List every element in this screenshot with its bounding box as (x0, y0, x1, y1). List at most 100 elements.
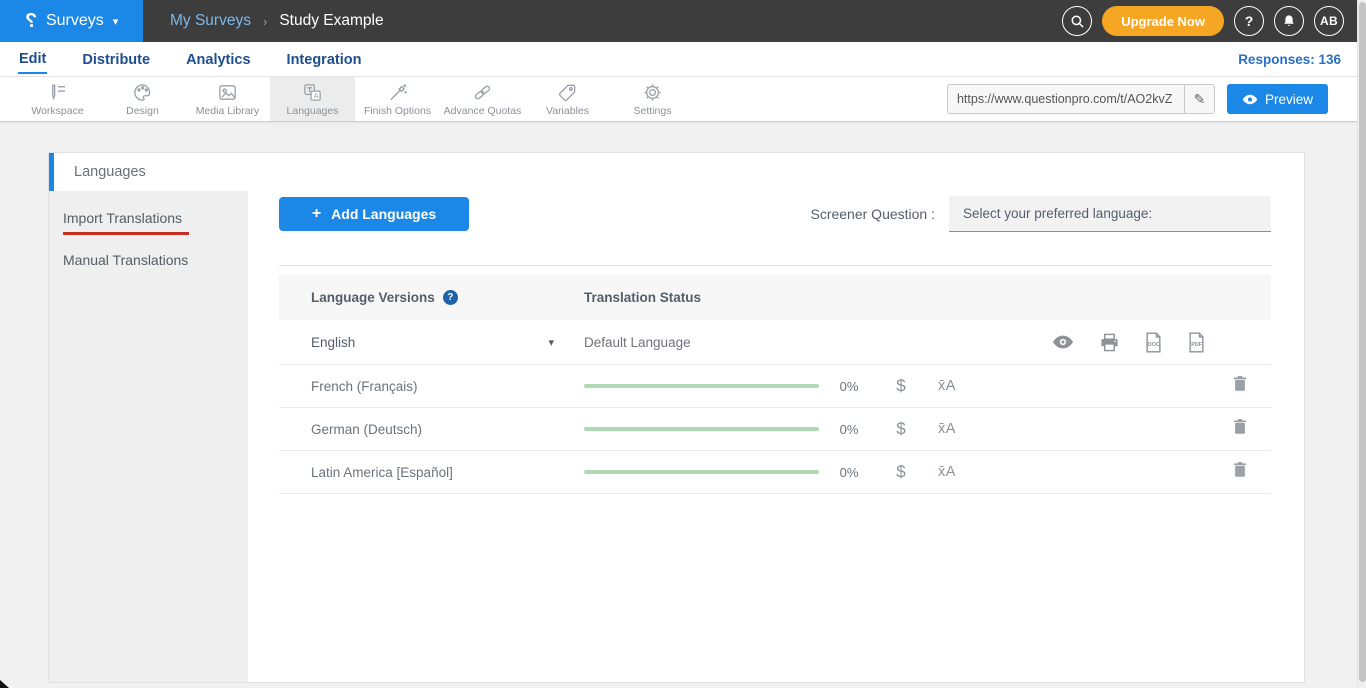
auto-translate-icon[interactable]: x̄A (923, 421, 971, 437)
toolbar-item-media-library[interactable]: Media Library (185, 77, 270, 121)
delete-language-button[interactable] (1233, 375, 1247, 397)
avatar-initials: AB (1320, 14, 1338, 28)
tab-analytics[interactable]: Analytics (185, 45, 251, 73)
search-icon (1070, 14, 1085, 29)
screener-question-select[interactable]: Select your preferred language: (949, 196, 1271, 232)
export-doc-icon[interactable]: DOC (1145, 332, 1162, 353)
view-eye-icon[interactable] (1052, 335, 1074, 349)
add-languages-label: Add Languages (331, 206, 436, 222)
survey-nav-bar: Edit Distribute Analytics Integration Re… (0, 42, 1357, 77)
language-name: German (Deutsch) (311, 422, 422, 437)
toolbar-label: Workspace (31, 105, 83, 117)
toolbar-item-advance-quotas[interactable]: Advance Quotas (440, 77, 525, 121)
mouse-cursor (0, 680, 9, 688)
table-row-english: English ▾ Default Language DOC PDF (279, 320, 1271, 365)
survey-url-box: ✎ (947, 84, 1215, 114)
default-language-dropdown[interactable]: English ▾ (311, 335, 584, 350)
toolbar-right-controls: ✎ Preview (947, 77, 1357, 121)
language-name: French (Français) (311, 379, 418, 394)
media-library-icon (217, 82, 238, 103)
notifications-button[interactable] (1274, 6, 1304, 36)
preview-label: Preview (1265, 92, 1313, 107)
question-mark-icon: ? (1245, 13, 1254, 29)
delete-language-button[interactable] (1233, 461, 1247, 483)
bell-icon (1282, 14, 1296, 28)
table-row-german: German (Deutsch) 0% $ x̄A (279, 408, 1271, 451)
table-row-latin-america: Latin America [Español] 0% $ x̄A (279, 451, 1271, 494)
delete-language-button[interactable] (1233, 418, 1247, 440)
preview-button[interactable]: Preview (1227, 84, 1328, 114)
translation-progress-bar (584, 470, 819, 474)
table-row-french: French (Français) 0% $ x̄A (279, 365, 1271, 408)
responses-count-link[interactable]: Responses: 136 (1238, 52, 1357, 67)
help-button[interactable]: ? (1234, 6, 1264, 36)
gear-icon (642, 82, 663, 103)
edit-toolbar: Workspace Design Media Library A Languag… (0, 77, 1357, 122)
toolbar-item-settings[interactable]: Settings (610, 77, 695, 121)
default-language-status: Default Language (584, 335, 819, 350)
toolbar-label: Advance Quotas (444, 105, 522, 117)
auto-translate-icon[interactable]: x̄A (923, 378, 971, 394)
toolbar-item-workspace[interactable]: Workspace (15, 77, 100, 121)
topbar-actions: Upgrade Now ? AB (1062, 6, 1357, 36)
magic-wand-icon (387, 82, 408, 103)
paid-translation-icon[interactable]: $ (879, 462, 923, 482)
translation-percent: 0% (819, 422, 879, 437)
design-palette-icon (132, 82, 153, 103)
pencil-icon: ✎ (1194, 91, 1206, 108)
surveys-menu-label: Surveys (46, 12, 104, 30)
section-divider (279, 265, 1271, 266)
auto-translate-icon[interactable]: x̄A (923, 464, 971, 480)
sidebar-item-label: Import Translations (63, 210, 182, 226)
tag-icon (557, 82, 578, 103)
column-translation-status: Translation Status (584, 290, 701, 305)
tab-distribute[interactable]: Distribute (81, 45, 151, 73)
surveys-menu-button[interactable]: ? Surveys ▾ (0, 0, 143, 42)
toolbar-item-variables[interactable]: Variables (525, 77, 610, 121)
questionpro-logo-icon: ? (25, 10, 37, 33)
languages-icon: A (302, 82, 323, 103)
language-name: English (311, 335, 355, 350)
svg-text:A: A (314, 92, 319, 100)
screener-question-value: Select your preferred language: (963, 206, 1152, 221)
chain-link-icon (472, 82, 493, 103)
sidebar-item-import-translations[interactable]: Import Translations (49, 199, 248, 241)
toolbar-label: Settings (634, 105, 672, 117)
translation-percent: 0% (819, 465, 879, 480)
panel-header: Languages (49, 153, 1304, 191)
upgrade-now-button[interactable]: Upgrade Now (1102, 6, 1224, 36)
sidebar-item-manual-translations[interactable]: Manual Translations (49, 241, 248, 276)
trash-icon (1233, 418, 1247, 435)
table-header-row: Language Versions ? Translation Status (279, 275, 1271, 320)
trash-icon (1233, 461, 1247, 478)
help-tooltip-icon[interactable]: ? (443, 290, 458, 305)
edit-url-button[interactable]: ✎ (1184, 85, 1214, 113)
paid-translation-icon[interactable]: $ (879, 419, 923, 439)
pdf-label: PDF (1191, 341, 1203, 347)
toolbar-item-design[interactable]: Design (100, 77, 185, 121)
toolbar-item-languages[interactable]: A Languages (270, 77, 355, 121)
toolbar-item-finish-options[interactable]: Finish Options (355, 77, 440, 121)
paid-translation-icon[interactable]: $ (879, 376, 923, 396)
doc-label: DOC (1148, 341, 1160, 347)
chevron-down-icon: ▾ (113, 15, 119, 28)
breadcrumb-separator-icon: › (263, 14, 267, 29)
print-icon[interactable] (1100, 333, 1119, 352)
tab-integration[interactable]: Integration (286, 45, 363, 73)
breadcrumb: My Surveys › Study Example (170, 12, 384, 30)
scrollbar-thumb[interactable] (1359, 2, 1366, 682)
export-pdf-icon[interactable]: PDF (1188, 332, 1205, 353)
survey-url-input[interactable] (948, 92, 1184, 106)
breadcrumb-my-surveys[interactable]: My Surveys (170, 12, 251, 30)
default-row-actions: DOC PDF (1052, 332, 1205, 353)
avatar[interactable]: AB (1314, 6, 1344, 36)
trash-icon (1233, 375, 1247, 392)
search-button[interactable] (1062, 6, 1092, 36)
languages-content: + Add Languages Screener Question : Sele… (248, 191, 1304, 682)
column-language-versions: Language Versions (311, 290, 435, 305)
language-name: Latin America [Español] (311, 465, 453, 480)
screener-question-label: Screener Question : (810, 206, 949, 222)
add-languages-button[interactable]: + Add Languages (279, 197, 469, 231)
languages-panel: Languages Import Translations Manual Tra… (48, 152, 1305, 683)
tab-edit[interactable]: Edit (18, 44, 47, 74)
